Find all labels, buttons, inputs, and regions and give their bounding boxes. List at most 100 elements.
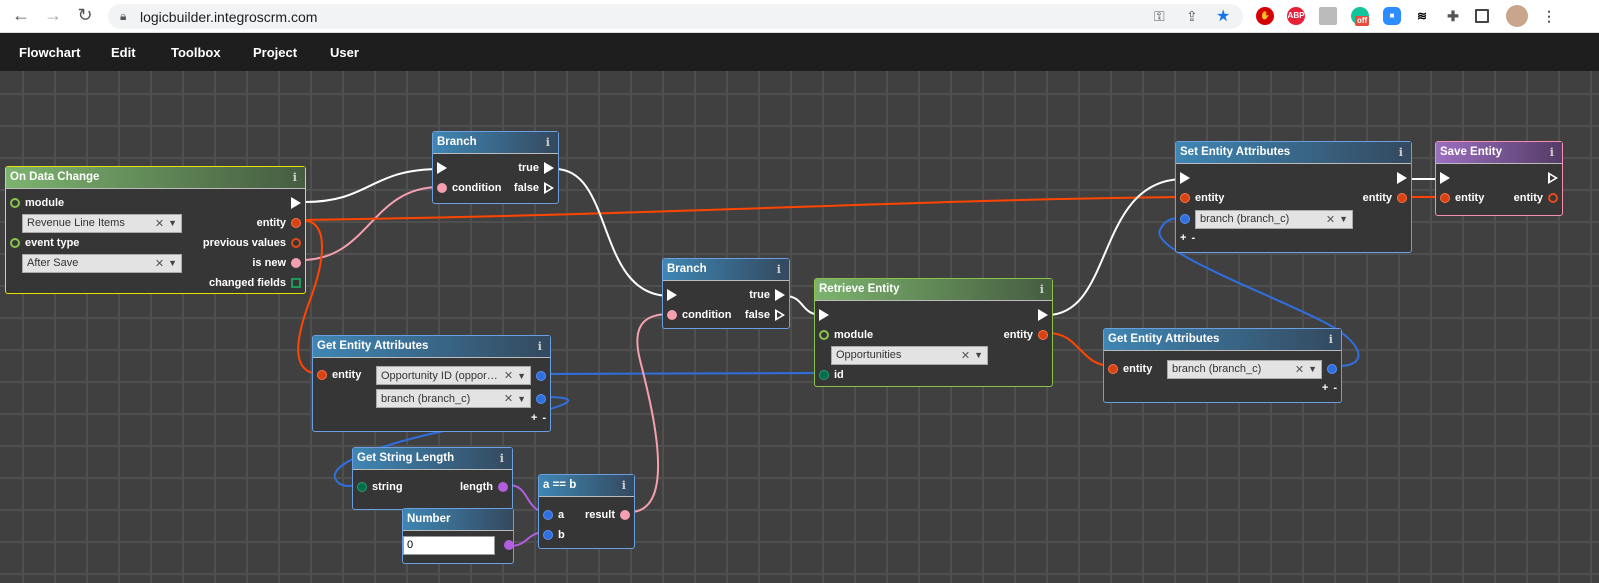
chevron-down-icon[interactable]: ▼: [168, 218, 177, 228]
field-select[interactable]: branch (branch_c) ✕ ▼: [1195, 209, 1353, 229]
exec-in-arrow-icon[interactable]: [1180, 172, 1190, 184]
remove-field-button[interactable]: -: [1191, 232, 1195, 244]
add-field-button[interactable]: +: [531, 412, 537, 424]
menu-project[interactable]: Project: [253, 45, 297, 60]
node-get-entity-attributes[interactable]: Get Entity Attributes i entity Opportunit…: [312, 335, 551, 432]
node-header[interactable]: Branch i: [663, 259, 789, 281]
menu-edit[interactable]: Edit: [111, 45, 136, 60]
key-icon[interactable]: ⚿: [1154, 8, 1165, 25]
abp-extension-icon[interactable]: ABP: [1287, 7, 1305, 25]
info-icon[interactable]: i: [546, 135, 550, 149]
previous-values-port[interactable]: [291, 238, 301, 248]
menu-toolbox[interactable]: Toolbox: [171, 45, 221, 60]
node-header[interactable]: Get Entity Attributes i: [1104, 329, 1341, 351]
node-header[interactable]: Number: [403, 509, 513, 531]
node-branch[interactable]: Branch i condition true false: [432, 131, 559, 204]
module-select[interactable]: Revenue Line Items ✕ ▼: [22, 213, 182, 233]
event-type-select[interactable]: After Save ✕ ▼: [22, 253, 182, 273]
entity-port[interactable]: [1548, 193, 1558, 203]
condition-port[interactable]: [437, 183, 447, 193]
entity-port[interactable]: [1038, 330, 1048, 340]
avatar[interactable]: [1506, 5, 1528, 27]
menu-user[interactable]: User: [330, 45, 359, 60]
exec-out-arrow-icon[interactable]: [1548, 172, 1558, 184]
back-icon[interactable]: ←: [10, 5, 32, 26]
module-port[interactable]: [10, 198, 20, 208]
entity-port[interactable]: [291, 218, 301, 228]
info-icon[interactable]: i: [538, 339, 542, 353]
module-select[interactable]: Opportunities ✕ ▼: [831, 345, 988, 365]
is-new-port[interactable]: [291, 258, 301, 268]
node-header[interactable]: Set Entity Attributes i: [1176, 142, 1411, 164]
b-port[interactable]: [543, 530, 553, 540]
side-panel-icon[interactable]: [1475, 9, 1489, 23]
node-header[interactable]: Get String Length i: [353, 448, 512, 470]
share-icon[interactable]: ⇪: [1186, 8, 1198, 25]
node-header[interactable]: Branch i: [433, 132, 558, 154]
forward-icon[interactable]: →: [42, 5, 64, 26]
node-header[interactable]: On Data Change i: [6, 167, 305, 189]
entity-port[interactable]: [1440, 193, 1450, 203]
entity-port[interactable]: [1108, 364, 1118, 374]
menu-flowchart[interactable]: Flowchart: [19, 45, 80, 60]
info-icon[interactable]: i: [1040, 282, 1044, 296]
zoom-extension-icon[interactable]: ■: [1383, 7, 1401, 25]
info-icon[interactable]: i: [500, 451, 504, 465]
node-get-entity-attributes[interactable]: Get Entity Attributes i entity branch (br…: [1103, 328, 1342, 403]
clear-icon[interactable]: ✕: [155, 217, 164, 230]
clear-icon[interactable]: ✕: [1295, 363, 1304, 376]
add-field-button[interactable]: +: [1322, 382, 1328, 394]
field-output-port[interactable]: [536, 393, 546, 404]
node-set-entity-attributes[interactable]: Set Entity Attributes i entity branch (br…: [1175, 141, 1412, 253]
true-arrow-icon[interactable]: [544, 162, 554, 174]
info-icon[interactable]: i: [622, 478, 626, 492]
chevron-down-icon[interactable]: ▼: [168, 258, 177, 268]
number-input[interactable]: [403, 535, 495, 555]
result-port[interactable]: [620, 510, 630, 520]
exec-out-arrow-icon[interactable]: [291, 197, 301, 209]
id-port[interactable]: [819, 370, 829, 380]
adblock-extension-icon[interactable]: ✋: [1256, 7, 1274, 25]
node-on-data-change[interactable]: On Data Change i module Revenue Line Item…: [5, 166, 306, 294]
node-header[interactable]: Get Entity Attributes i: [313, 336, 550, 358]
node-branch[interactable]: Branch i condition true false: [662, 258, 790, 329]
info-icon[interactable]: i: [1329, 332, 1333, 346]
reload-icon[interactable]: ↻: [74, 5, 96, 26]
number-output-port[interactable]: [504, 540, 514, 550]
false-arrow-icon[interactable]: [544, 182, 554, 194]
clear-icon[interactable]: ✕: [961, 349, 970, 362]
chevron-down-icon[interactable]: ▼: [974, 350, 983, 360]
more-menu-icon[interactable]: ⋮: [1540, 7, 1558, 25]
exec-in-arrow-icon[interactable]: [819, 309, 829, 321]
field-select[interactable]: branch (branch_c) ✕ ▼: [1167, 359, 1322, 379]
clear-icon[interactable]: ✕: [504, 369, 513, 382]
chevron-down-icon[interactable]: ▼: [517, 394, 526, 404]
info-icon[interactable]: i: [777, 262, 781, 276]
clear-icon[interactable]: ✕: [155, 257, 164, 270]
grammarly-extension-icon[interactable]: off: [1351, 7, 1370, 26]
cast-extension-icon[interactable]: [1319, 7, 1337, 25]
info-icon[interactable]: i: [1399, 145, 1403, 159]
info-icon[interactable]: i: [293, 170, 297, 184]
layers-extension-icon[interactable]: ≋: [1413, 7, 1431, 25]
field-output-port[interactable]: [1327, 364, 1337, 374]
field-select[interactable]: branch (branch_c) ✕ ▼: [376, 389, 531, 408]
chevron-down-icon[interactable]: ▼: [1339, 214, 1348, 224]
string-port[interactable]: [357, 482, 367, 492]
exec-in-arrow-icon[interactable]: [667, 289, 677, 301]
field-select[interactable]: Opportunity ID (opportunity_id)✕▼: [376, 366, 531, 385]
node-number[interactable]: Number: [402, 508, 514, 564]
length-port[interactable]: [498, 482, 508, 492]
entity-port[interactable]: [1180, 193, 1190, 203]
module-port[interactable]: [819, 330, 829, 340]
node-header[interactable]: Save Entity i: [1436, 142, 1562, 164]
remove-field-button[interactable]: -: [542, 412, 546, 424]
node-header[interactable]: Retrieve Entity i: [815, 279, 1052, 301]
true-arrow-icon[interactable]: [775, 289, 785, 301]
node-header[interactable]: a == bi: [539, 475, 634, 497]
field-output-port[interactable]: [536, 370, 546, 381]
field-input-port[interactable]: [1180, 214, 1190, 224]
entity-port[interactable]: [1397, 193, 1407, 203]
add-field-button[interactable]: +: [1180, 232, 1186, 244]
info-icon[interactable]: i: [1550, 145, 1554, 159]
